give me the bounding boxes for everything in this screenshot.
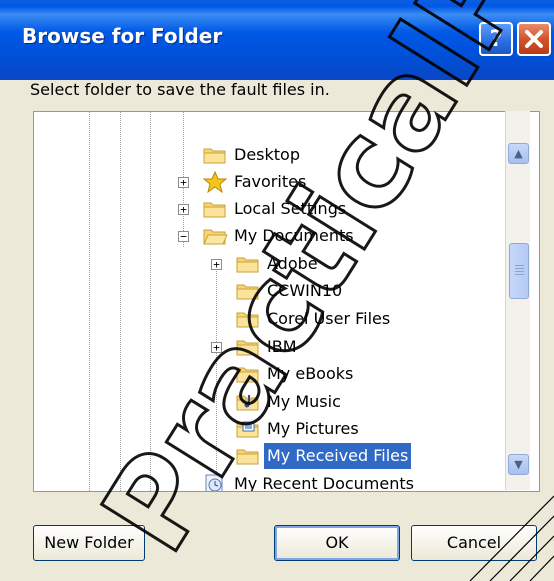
help-button[interactable]: ? xyxy=(479,22,513,56)
tree-item[interactable]: My Music xyxy=(34,389,504,415)
folder-icon xyxy=(235,280,261,300)
tree-item-label: My Music xyxy=(267,392,341,411)
tree-item[interactable]: CCWIN10 xyxy=(34,278,504,304)
close-icon xyxy=(525,30,543,48)
close-button[interactable] xyxy=(517,22,551,56)
tree-item[interactable]: + Favorites xyxy=(34,169,504,195)
scroll-up-button[interactable]: ▲ xyxy=(508,143,529,164)
expand-icon[interactable]: + xyxy=(211,259,222,270)
tree-item[interactable]: Desktop xyxy=(34,142,504,168)
cancel-button[interactable]: Cancel xyxy=(411,525,537,561)
tree-item-label: CCWIN10 xyxy=(267,281,343,300)
folder-icon xyxy=(235,336,261,356)
tree-item[interactable]: + Adobe xyxy=(34,251,504,277)
folder-icon xyxy=(235,445,261,465)
folder-icon xyxy=(202,198,228,218)
expand-icon[interactable]: + xyxy=(178,204,189,215)
thumb-grip xyxy=(515,265,524,266)
pictures-folder-icon xyxy=(235,418,261,438)
tree-item-label: Corel User Files xyxy=(267,309,391,328)
tree-item-label: My eBooks xyxy=(267,364,354,383)
open-folder-icon xyxy=(202,225,228,245)
tree-item-label: IBM xyxy=(267,337,297,356)
folder-icon xyxy=(235,308,261,328)
thumb-grip xyxy=(515,268,524,269)
tree-item[interactable]: + IBM xyxy=(34,334,504,360)
thumb-grip xyxy=(515,274,524,275)
expand-icon[interactable]: + xyxy=(211,342,222,353)
tree-item-label: Favorites xyxy=(234,172,307,191)
expand-icon[interactable]: + xyxy=(178,177,189,188)
tree-item-label: Desktop xyxy=(234,145,300,164)
tree-item[interactable]: My eBooks xyxy=(34,361,504,387)
new-folder-button[interactable]: New Folder xyxy=(33,525,145,561)
browse-for-folder-dialog: Browse for Folder ? Select folder to sav… xyxy=(0,0,554,581)
thumb-grip xyxy=(515,271,524,272)
title-bar[interactable]: Browse for Folder ? xyxy=(0,0,554,80)
tree-item-label: My Pictures xyxy=(267,419,359,438)
tree-item[interactable]: − My Documents xyxy=(34,223,504,249)
vertical-scrollbar[interactable]: ▲ ▼ xyxy=(505,111,530,490)
window-title: Browse for Folder xyxy=(22,24,223,48)
music-folder-icon xyxy=(235,391,261,411)
tree-item[interactable]: Corel User Files xyxy=(34,306,504,332)
scroll-down-button[interactable]: ▼ xyxy=(508,454,529,475)
tree-item-label: My Recent Documents xyxy=(234,474,414,492)
folder-tree[interactable]: Desktop + Favorites + Local Settings − My Docu… xyxy=(33,111,540,492)
tree-item[interactable]: My Recent Documents xyxy=(34,471,504,492)
instruction-text: Select folder to save the fault files in… xyxy=(30,80,330,99)
folder-icon xyxy=(202,144,228,164)
tree-item-label: My Received Files xyxy=(262,442,413,470)
tree-item[interactable]: My Received Files xyxy=(34,442,504,470)
collapse-icon[interactable]: − xyxy=(178,231,189,242)
tree-item[interactable]: My Pictures xyxy=(34,416,504,442)
ok-button[interactable]: OK xyxy=(274,525,400,561)
tree-item-label: My Documents xyxy=(234,226,354,245)
folder-icon xyxy=(235,253,261,273)
folder-icon xyxy=(235,363,261,383)
favorites-star-icon xyxy=(202,170,228,194)
tree-item-label: Local Settings xyxy=(234,199,347,218)
tree-item[interactable]: + Local Settings xyxy=(34,196,504,222)
scroll-thumb[interactable] xyxy=(509,243,529,299)
recent-documents-icon xyxy=(202,473,228,491)
tree-item-label: Adobe xyxy=(267,254,318,273)
